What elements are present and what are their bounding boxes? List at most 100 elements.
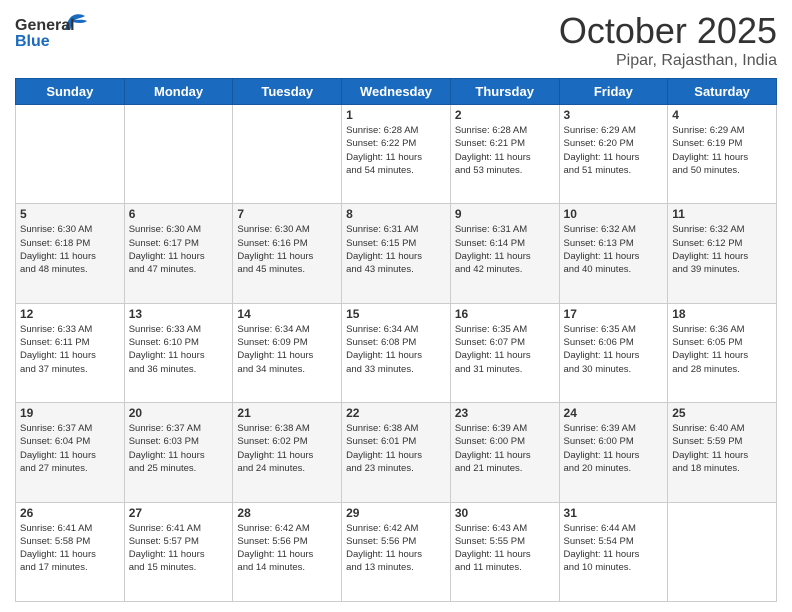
- day-info: Sunrise: 6:32 AM Sunset: 6:12 PM Dayligh…: [672, 223, 772, 276]
- calendar-cell: 9 Sunrise: 6:31 AM Sunset: 6:14 PM Daylig…: [450, 204, 559, 303]
- calendar-cell: 21Sunrise: 6:38 AM Sunset: 6:02 PM Dayli…: [233, 403, 342, 502]
- day-number: 11: [672, 207, 772, 221]
- calendar-cell: [668, 502, 777, 601]
- day-info: Sunrise: 6:42 AM Sunset: 5:56 PM Dayligh…: [346, 522, 446, 575]
- day-info: Sunrise: 6:33 AM Sunset: 6:10 PM Dayligh…: [129, 323, 229, 376]
- day-number: 14: [237, 307, 337, 321]
- day-number: 3: [564, 108, 664, 122]
- day-number: 9: [455, 207, 555, 221]
- day-info: Sunrise: 6:41 AM Sunset: 5:57 PM Dayligh…: [129, 522, 229, 575]
- calendar-cell: 31 Sunrise: 6:44 AM Sunset: 5:54 PM Dayli…: [559, 502, 668, 601]
- calendar-cell: 30Sunrise: 6:43 AM Sunset: 5:55 PM Dayli…: [450, 502, 559, 601]
- calendar-week-3: 12Sunrise: 6:33 AM Sunset: 6:11 PM Dayli…: [16, 303, 777, 402]
- calendar-cell: [124, 105, 233, 204]
- calendar-cell: 28 Sunrise: 6:42 AM Sunset: 5:56 PM Dayli…: [233, 502, 342, 601]
- calendar-cell: 8 Sunrise: 6:31 AM Sunset: 6:15 PM Daylig…: [342, 204, 451, 303]
- day-info: Sunrise: 6:42 AM Sunset: 5:56 PM Dayligh…: [237, 522, 337, 575]
- weekday-header-thursday: Thursday: [450, 79, 559, 105]
- day-number: 8: [346, 207, 446, 221]
- day-info: Sunrise: 6:39 AM Sunset: 6:00 PM Dayligh…: [455, 422, 555, 475]
- day-number: 25: [672, 406, 772, 420]
- day-info: Sunrise: 6:29 AM Sunset: 6:20 PM Dayligh…: [564, 124, 664, 177]
- day-info: Sunrise: 6:35 AM Sunset: 6:07 PM Dayligh…: [455, 323, 555, 376]
- calendar-cell: 6Sunrise: 6:30 AM Sunset: 6:17 PM Daylig…: [124, 204, 233, 303]
- calendar-cell: [16, 105, 125, 204]
- calendar-cell: 13 Sunrise: 6:33 AM Sunset: 6:10 PM Dayli…: [124, 303, 233, 402]
- day-number: 16: [455, 307, 555, 321]
- day-info: Sunrise: 6:30 AM Sunset: 6:16 PM Dayligh…: [237, 223, 337, 276]
- day-number: 17: [564, 307, 664, 321]
- calendar-cell: 24Sunrise: 6:39 AM Sunset: 6:00 PM Dayli…: [559, 403, 668, 502]
- weekday-header-wednesday: Wednesday: [342, 79, 451, 105]
- day-number: 15: [346, 307, 446, 321]
- day-info: Sunrise: 6:29 AM Sunset: 6:19 PM Dayligh…: [672, 124, 772, 177]
- day-number: 10: [564, 207, 664, 221]
- day-info: Sunrise: 6:31 AM Sunset: 6:15 PM Dayligh…: [346, 223, 446, 276]
- day-number: 4: [672, 108, 772, 122]
- day-number: 13: [129, 307, 229, 321]
- calendar-cell: 17Sunrise: 6:35 AM Sunset: 6:06 PM Dayli…: [559, 303, 668, 402]
- day-number: 19: [20, 406, 120, 420]
- day-info: Sunrise: 6:31 AM Sunset: 6:14 PM Dayligh…: [455, 223, 555, 276]
- calendar-week-1: 1Sunrise: 6:28 AM Sunset: 6:22 PM Daylig…: [16, 105, 777, 204]
- day-number: 26: [20, 506, 120, 520]
- calendar-cell: 1Sunrise: 6:28 AM Sunset: 6:22 PM Daylig…: [342, 105, 451, 204]
- day-number: 6: [129, 207, 229, 221]
- calendar-cell: 4 Sunrise: 6:29 AM Sunset: 6:19 PM Daylig…: [668, 105, 777, 204]
- calendar-cell: 26 Sunrise: 6:41 AM Sunset: 5:58 PM Dayli…: [16, 502, 125, 601]
- day-number: 2: [455, 108, 555, 122]
- calendar-week-4: 19Sunrise: 6:37 AM Sunset: 6:04 PM Dayli…: [16, 403, 777, 502]
- day-number: 20: [129, 406, 229, 420]
- day-number: 29: [346, 506, 446, 520]
- day-info: Sunrise: 6:30 AM Sunset: 6:18 PM Dayligh…: [20, 223, 120, 276]
- calendar-cell: 15 Sunrise: 6:34 AM Sunset: 6:08 PM Dayli…: [342, 303, 451, 402]
- calendar-cell: 23 Sunrise: 6:39 AM Sunset: 6:00 PM Dayli…: [450, 403, 559, 502]
- calendar-cell: 25 Sunrise: 6:40 AM Sunset: 5:59 PM Dayli…: [668, 403, 777, 502]
- weekday-header-saturday: Saturday: [668, 79, 777, 105]
- day-number: 7: [237, 207, 337, 221]
- calendar-cell: 12Sunrise: 6:33 AM Sunset: 6:11 PM Dayli…: [16, 303, 125, 402]
- month-title: October 2025: [559, 10, 777, 52]
- calendar-cell: 3 Sunrise: 6:29 AM Sunset: 6:20 PM Daylig…: [559, 105, 668, 204]
- weekday-header-monday: Monday: [124, 79, 233, 105]
- day-number: 27: [129, 506, 229, 520]
- calendar-cell: 20 Sunrise: 6:37 AM Sunset: 6:03 PM Dayli…: [124, 403, 233, 502]
- day-number: 18: [672, 307, 772, 321]
- calendar-cell: 7 Sunrise: 6:30 AM Sunset: 6:16 PM Daylig…: [233, 204, 342, 303]
- day-info: Sunrise: 6:36 AM Sunset: 6:05 PM Dayligh…: [672, 323, 772, 376]
- weekday-header-sunday: Sunday: [16, 79, 125, 105]
- logo-text: General Blue: [15, 10, 105, 60]
- day-info: Sunrise: 6:38 AM Sunset: 6:01 PM Dayligh…: [346, 422, 446, 475]
- calendar-cell: 29 Sunrise: 6:42 AM Sunset: 5:56 PM Dayli…: [342, 502, 451, 601]
- day-number: 23: [455, 406, 555, 420]
- calendar-week-5: 26 Sunrise: 6:41 AM Sunset: 5:58 PM Dayli…: [16, 502, 777, 601]
- calendar-cell: 10 Sunrise: 6:32 AM Sunset: 6:13 PM Dayli…: [559, 204, 668, 303]
- day-number: 24: [564, 406, 664, 420]
- page: General Blue October 2025 Pipar, Rajasth…: [0, 0, 792, 612]
- day-number: 28: [237, 506, 337, 520]
- day-number: 12: [20, 307, 120, 321]
- day-info: Sunrise: 6:44 AM Sunset: 5:54 PM Dayligh…: [564, 522, 664, 575]
- calendar-cell: 11 Sunrise: 6:32 AM Sunset: 6:12 PM Dayli…: [668, 204, 777, 303]
- calendar-cell: 18 Sunrise: 6:36 AM Sunset: 6:05 PM Dayli…: [668, 303, 777, 402]
- title-block: October 2025 Pipar, Rajasthan, India: [559, 10, 777, 70]
- day-info: Sunrise: 6:40 AM Sunset: 5:59 PM Dayligh…: [672, 422, 772, 475]
- day-number: 31: [564, 506, 664, 520]
- calendar-week-2: 5Sunrise: 6:30 AM Sunset: 6:18 PM Daylig…: [16, 204, 777, 303]
- calendar-cell: 2Sunrise: 6:28 AM Sunset: 6:21 PM Daylig…: [450, 105, 559, 204]
- weekday-header-friday: Friday: [559, 79, 668, 105]
- day-info: Sunrise: 6:34 AM Sunset: 6:08 PM Dayligh…: [346, 323, 446, 376]
- day-info: Sunrise: 6:41 AM Sunset: 5:58 PM Dayligh…: [20, 522, 120, 575]
- svg-text:General: General: [15, 17, 75, 34]
- location-subtitle: Pipar, Rajasthan, India: [559, 52, 777, 70]
- day-number: 22: [346, 406, 446, 420]
- day-info: Sunrise: 6:38 AM Sunset: 6:02 PM Dayligh…: [237, 422, 337, 475]
- calendar-cell: 19Sunrise: 6:37 AM Sunset: 6:04 PM Dayli…: [16, 403, 125, 502]
- calendar-table: SundayMondayTuesdayWednesdayThursdayFrid…: [15, 78, 777, 602]
- weekday-header-tuesday: Tuesday: [233, 79, 342, 105]
- calendar-cell: [233, 105, 342, 204]
- day-info: Sunrise: 6:37 AM Sunset: 6:03 PM Dayligh…: [129, 422, 229, 475]
- calendar-cell: 27 Sunrise: 6:41 AM Sunset: 5:57 PM Dayli…: [124, 502, 233, 601]
- day-info: Sunrise: 6:32 AM Sunset: 6:13 PM Dayligh…: [564, 223, 664, 276]
- calendar-cell: 16 Sunrise: 6:35 AM Sunset: 6:07 PM Dayli…: [450, 303, 559, 402]
